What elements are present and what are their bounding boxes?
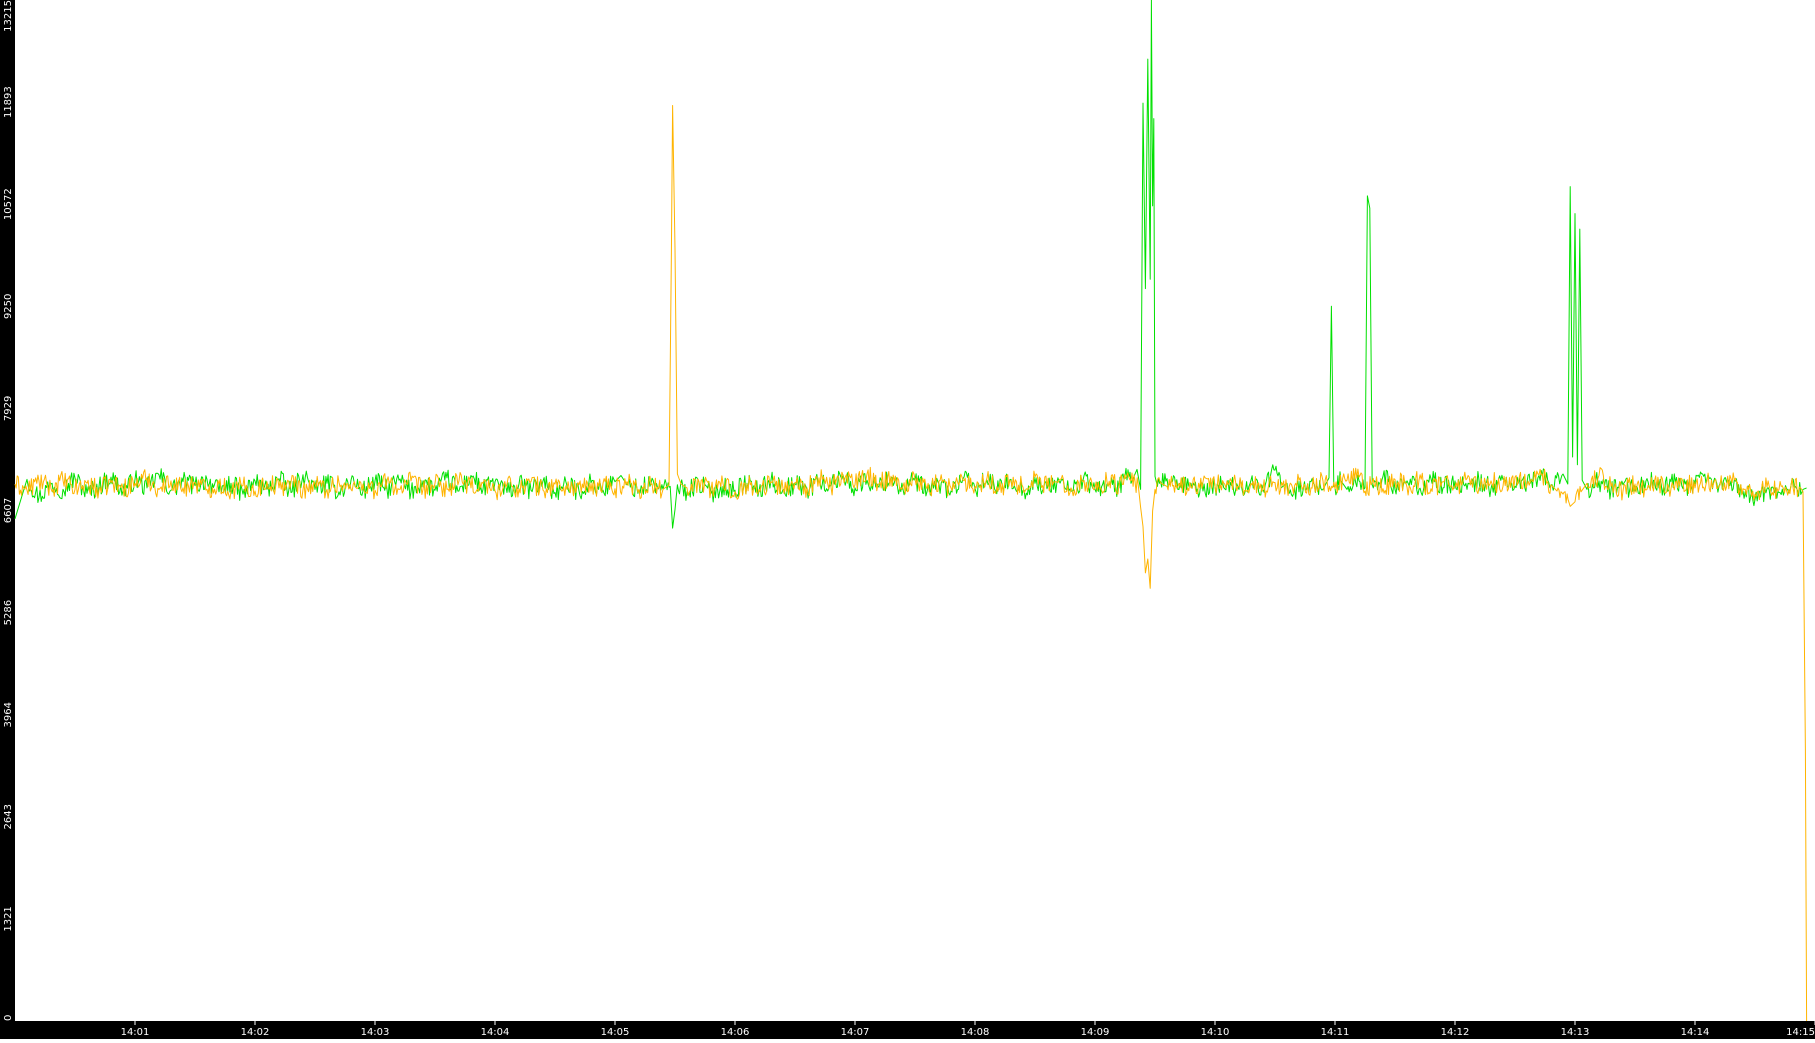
x-tick-label: 14:10	[1201, 1027, 1230, 1038]
series-line	[14, 0, 1807, 529]
x-tick-label: 14:11	[1321, 1027, 1350, 1038]
y-tick-label: 3964	[3, 702, 14, 727]
x-axis-band	[0, 1021, 1815, 1039]
x-tick-label: 14:14	[1681, 1027, 1710, 1038]
y-tick-label: 11893	[3, 86, 14, 118]
y-tick-label: 7929	[3, 396, 14, 421]
x-tick-label: 14:15	[1786, 1027, 1815, 1038]
chart-container: 0 1321 2643 3964 5286 6607 7929 9250 10572 11893 1…	[0, 0, 1815, 1039]
y-tick-label: 2643	[3, 804, 14, 829]
series-line	[14, 105, 1808, 1022]
x-tick-label: 14:01	[121, 1027, 150, 1038]
x-tick-label: 14:05	[601, 1027, 630, 1038]
line-chart: 0 1321 2643 3964 5286 6607 7929 9250 10572 11893 1…	[0, 0, 1815, 1039]
x-tick-label: 14:02	[241, 1027, 270, 1038]
x-tick-label: 14:09	[1081, 1027, 1110, 1038]
y-tick-label: 1321	[3, 906, 14, 931]
x-tick-label: 14:08	[961, 1027, 990, 1038]
x-tick-label: 14:06	[721, 1027, 750, 1038]
y-tick-label: 5286	[3, 600, 14, 625]
x-tick-label: 14:13	[1561, 1027, 1590, 1038]
x-tick-label: 14:04	[481, 1027, 510, 1038]
y-tick-label: 10572	[3, 188, 14, 220]
y-tick-label: 0	[3, 1015, 14, 1021]
series-layer	[14, 0, 1808, 1022]
y-tick-label: 6607	[3, 498, 14, 523]
x-tick-label: 14:07	[841, 1027, 870, 1038]
x-tick-label: 14:12	[1441, 1027, 1470, 1038]
x-tick-label: 14:03	[361, 1027, 390, 1038]
y-tick-label: 9250	[3, 294, 14, 319]
y-tick-label: 13215	[3, 0, 14, 32]
